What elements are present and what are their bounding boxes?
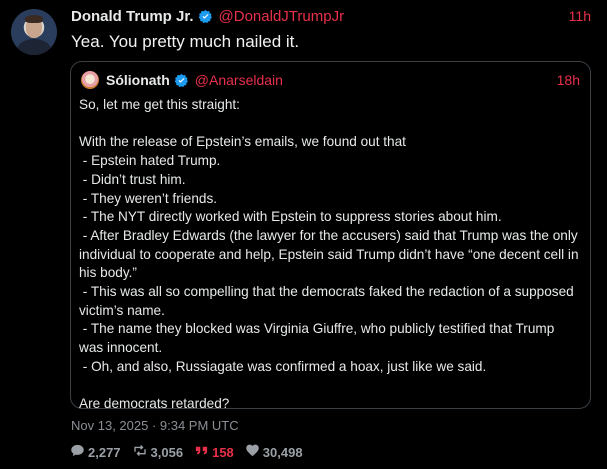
quoted-author-name[interactable]: Sólionath — [106, 72, 170, 88]
reply-stat[interactable]: 2,277 — [70, 443, 121, 461]
retweet-icon — [132, 443, 151, 461]
author-handle[interactable]: @DonaldJTrumpJr — [219, 8, 345, 25]
quoted-tweet-header: Sólionath @Anarseldain 18h — [81, 70, 580, 90]
quote-stat[interactable]: 158 — [194, 443, 234, 461]
avatar-shoulders — [17, 39, 51, 55]
quoted-tweet-text: So, let me get this straight: With the r… — [79, 97, 579, 412]
quoted-author-handle[interactable]: @Anarseldain — [195, 72, 283, 88]
like-stat[interactable]: 30,498 — [245, 443, 303, 461]
verified-badge-icon — [174, 73, 189, 88]
avatar-hair — [25, 15, 43, 23]
heart-icon — [245, 443, 263, 461]
reply-icon — [70, 443, 88, 461]
quote-count: 158 — [212, 444, 234, 460]
tweet-time[interactable]: 11h — [569, 8, 591, 24]
quoted-tweet[interactable]: Sólionath @Anarseldain 18h So, let me ge… — [70, 61, 591, 411]
verified-badge-icon — [198, 9, 213, 24]
quoted-tweet-time[interactable]: 18h — [557, 72, 580, 88]
retweet-stat[interactable]: 3,056 — [132, 443, 184, 461]
tweet-stats: 2,277 3,056 158 30,498 — [70, 443, 314, 461]
quoted-author-avatar[interactable] — [81, 71, 99, 89]
tweet-date[interactable]: Nov 13, 2025 · 9:34 PM UTC — [71, 418, 239, 433]
author-name[interactable]: Donald Trump Jr. — [71, 8, 194, 25]
retweet-count: 3,056 — [150, 444, 184, 460]
quote-icon — [194, 443, 212, 461]
like-count: 30,498 — [262, 444, 303, 460]
reply-count: 2,277 — [88, 444, 121, 460]
author-avatar[interactable] — [11, 9, 57, 55]
tweet-header: Donald Trump Jr. @DonaldJTrumpJr 11h — [71, 6, 591, 26]
tweet-text: Yea. You pretty much nailed it. — [71, 32, 300, 51]
